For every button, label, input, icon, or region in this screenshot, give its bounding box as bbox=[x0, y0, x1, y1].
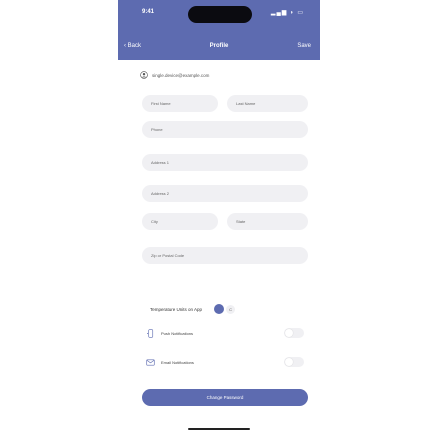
phone-notification-icon bbox=[147, 328, 154, 338]
phone-placeholder: Phone bbox=[151, 127, 163, 132]
account-email: single.device@example.com bbox=[152, 72, 210, 78]
first-name-field[interactable]: First Name bbox=[142, 95, 218, 112]
address2-field[interactable]: Address 2 bbox=[142, 185, 308, 202]
address1-field[interactable]: Address 1 bbox=[142, 154, 308, 171]
push-notifications-toggle[interactable] bbox=[284, 328, 304, 338]
phone-field[interactable]: Phone bbox=[142, 121, 308, 138]
state-placeholder: State bbox=[236, 219, 246, 224]
temperature-units-selector: C bbox=[214, 304, 236, 314]
header: 9:41 ▂▄▆ ◗ ▭ ‹ Back Profile Save bbox=[118, 0, 320, 60]
first-name-placeholder: First Name bbox=[151, 101, 171, 106]
city-placeholder: City bbox=[151, 219, 158, 224]
address1-placeholder: Address 1 bbox=[151, 160, 170, 165]
nav-bar: ‹ Back Profile Save bbox=[118, 42, 320, 56]
save-button[interactable]: Save bbox=[297, 43, 311, 49]
state-field[interactable]: State bbox=[227, 213, 308, 230]
zip-field[interactable]: Zip or Postal Code bbox=[142, 247, 308, 264]
push-notifications-label: Push Notifications bbox=[161, 330, 194, 336]
last-name-placeholder: Last Name bbox=[236, 101, 256, 106]
status-bar: 9:41 ▂▄▆ ◗ ▭ bbox=[118, 6, 320, 23]
temperature-row: Temperature Units on App C bbox=[150, 304, 236, 314]
email-notifications-label: Email Notifications bbox=[161, 359, 194, 365]
phone-screen: 9:41 ▂▄▆ ◗ ▭ ‹ Back Profile Save single.… bbox=[118, 0, 320, 439]
dynamic-island bbox=[188, 6, 252, 23]
address2-placeholder: Address 2 bbox=[151, 191, 170, 196]
push-notifications-row: Push Notifications bbox=[146, 327, 308, 339]
change-password-button[interactable]: Change Password bbox=[142, 389, 308, 406]
zip-placeholder: Zip or Postal Code bbox=[151, 253, 185, 258]
page-title: Profile bbox=[209, 43, 229, 49]
email-notifications-row: Email Notifications bbox=[146, 356, 308, 368]
home-indicator bbox=[188, 428, 250, 430]
last-name-field[interactable]: Last Name bbox=[227, 95, 308, 112]
toggle-knob bbox=[285, 329, 293, 337]
temperature-option-c[interactable]: C bbox=[226, 304, 236, 314]
temperature-option-f[interactable] bbox=[214, 304, 225, 314]
user-circle-icon bbox=[140, 71, 148, 79]
temperature-label: Temperature Units on App bbox=[150, 306, 203, 312]
email-notifications-toggle[interactable] bbox=[284, 357, 304, 367]
toggle-knob bbox=[285, 358, 293, 366]
city-field[interactable]: City bbox=[142, 213, 218, 230]
status-time: 9:41 bbox=[142, 9, 155, 15]
account-row: single.device@example.com bbox=[140, 70, 209, 80]
signal-wifi-battery-icon: ▂▄▆ ◗ ▭ bbox=[270, 10, 304, 16]
email-icon bbox=[146, 358, 155, 366]
